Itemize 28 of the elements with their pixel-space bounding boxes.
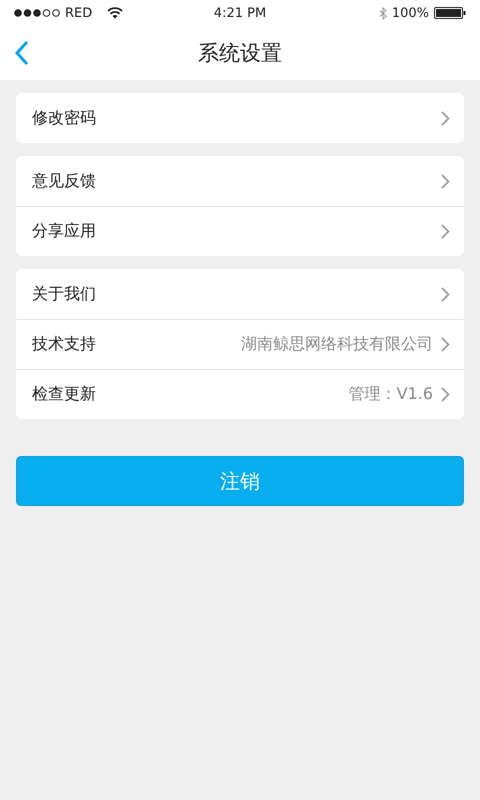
- chevron-icon: [441, 110, 450, 126]
- row-label: 关于我们: [32, 284, 97, 304]
- signal-icon: [14, 9, 60, 17]
- row-label: 检查更新: [32, 384, 97, 405]
- settings-row[interactable]: 检查更新 管理：V1.6: [16, 369, 464, 419]
- settings-row[interactable]: 技术支持 湖南鲸思网络科技有限公司: [16, 319, 464, 369]
- chevron-icon: [441, 224, 450, 239]
- settings-row[interactable]: 修改密码: [16, 93, 464, 143]
- chevron-icon: [441, 174, 450, 188]
- settings-row[interactable]: 意见反馈: [16, 156, 464, 206]
- chevron-icon: [441, 286, 450, 302]
- battery-percent: 100%: [392, 6, 429, 20]
- row-label: 技术支持: [32, 334, 97, 355]
- chevron-icon: [441, 387, 450, 402]
- wifi-icon: [107, 7, 124, 19]
- settings-row[interactable]: 关于我们: [16, 269, 464, 319]
- carrier-name: RED: [65, 6, 92, 20]
- page-title: 系统设置: [198, 40, 282, 67]
- row-value: 湖南鲸思网络科技有限公司: [241, 334, 433, 355]
- status-time: 4:21 PM: [214, 6, 266, 20]
- row-value: 管理：V1.6: [348, 384, 433, 405]
- battery-icon: [434, 7, 466, 19]
- chevron-icon: [441, 337, 450, 352]
- row-label: 分享应用: [32, 221, 97, 242]
- row-label: 修改密码: [32, 108, 97, 128]
- row-label: 意见反馈: [32, 170, 97, 192]
- settings-row[interactable]: 分享应用: [16, 206, 464, 256]
- bluetooth-icon: [378, 6, 387, 20]
